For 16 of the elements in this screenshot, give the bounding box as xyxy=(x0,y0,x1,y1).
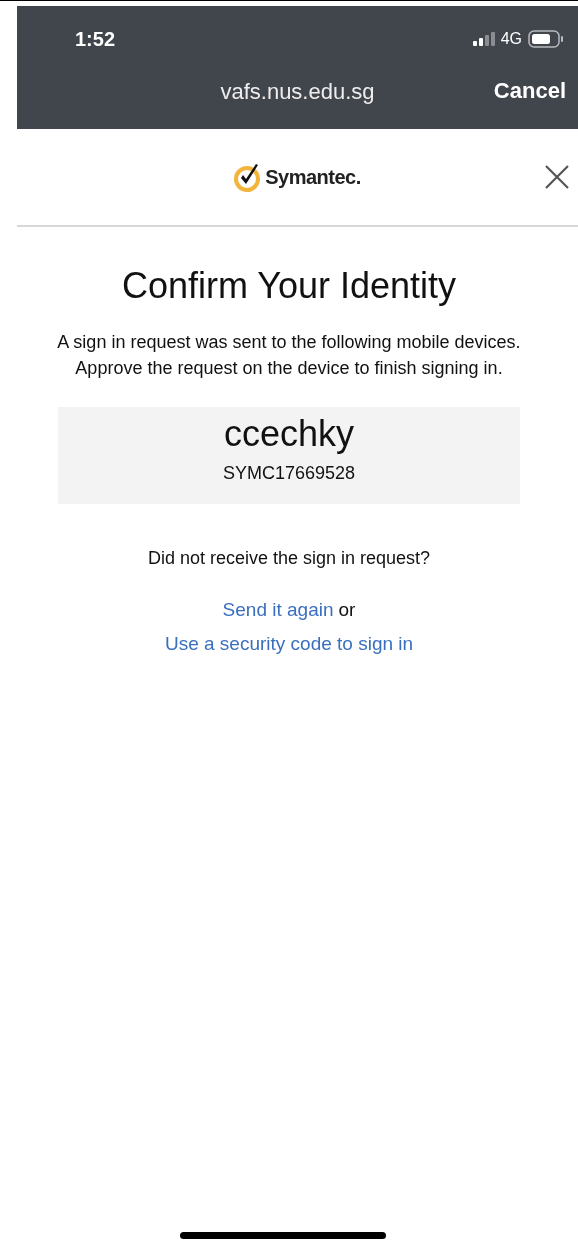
page-title: Confirm Your Identity xyxy=(121,265,457,307)
help-question: Did not receive the sign in request? xyxy=(147,548,431,569)
cancel-button[interactable]: Cancel xyxy=(493,78,566,104)
close-button[interactable] xyxy=(544,164,570,190)
logo-wordmark: Symantec. xyxy=(265,165,361,189)
network-label: 4G xyxy=(500,30,522,48)
instruction-text: A sign in request was sent to the following mobile devices. Approve the request on the device to finish signing in. xyxy=(56,331,522,380)
security-code-link[interactable]: Use a security code to sign in xyxy=(164,633,414,655)
status-time: 1:52 xyxy=(75,27,116,51)
battery-icon xyxy=(528,30,564,48)
or-text: or xyxy=(338,599,356,621)
resend-link[interactable]: Send it again xyxy=(222,599,334,621)
signal-icon xyxy=(472,32,495,46)
device-id: SYMC17669528 xyxy=(222,463,356,484)
page-url: vafs.nus.edu.sg xyxy=(220,79,375,105)
username: ccechky xyxy=(223,413,354,455)
